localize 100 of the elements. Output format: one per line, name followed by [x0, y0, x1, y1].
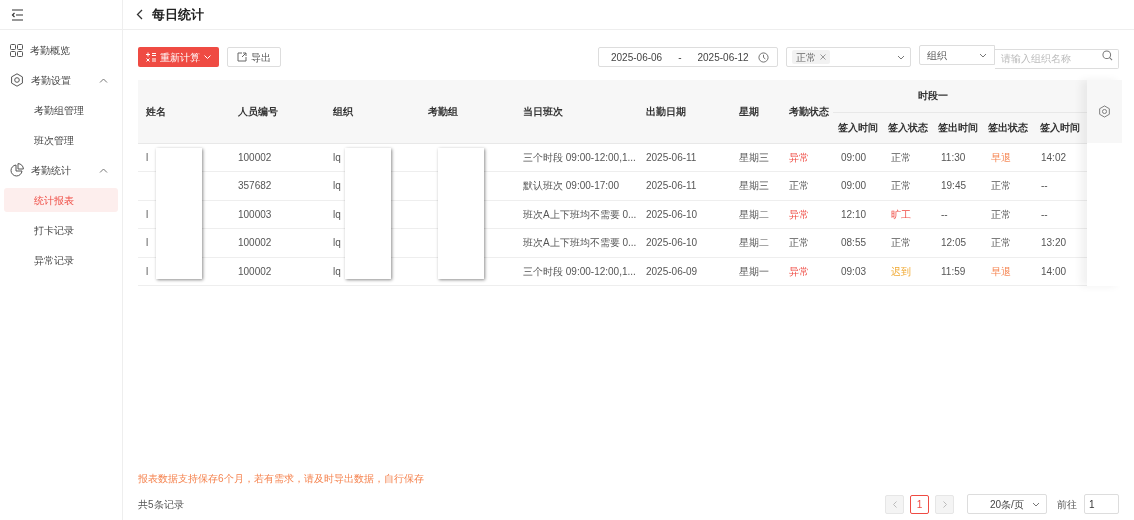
- table-cell: lq: [333, 237, 341, 249]
- page-size-select[interactable]: 20条/页: [967, 494, 1047, 514]
- table-cell: 三个时段 09:00-12:00,1...: [523, 151, 636, 163]
- goto-label: 前往: [1057, 497, 1077, 512]
- column-header: 考勤组: [420, 80, 515, 143]
- column-header: 组织: [325, 80, 420, 143]
- back-icon[interactable]: [136, 9, 143, 20]
- column-header: 签入状态: [883, 112, 933, 143]
- table-cell: 异常: [789, 208, 809, 220]
- export-button[interactable]: 导出: [227, 47, 281, 67]
- table-cell: 09:03: [841, 265, 867, 277]
- settings-icon[interactable]: [1098, 105, 1111, 118]
- table-cell: 星期三: [739, 180, 769, 192]
- chevron-down-icon: [1032, 501, 1040, 507]
- table-cell: 正常: [991, 237, 1011, 249]
- pie-chart-icon: [10, 163, 24, 177]
- table-cell: l: [146, 208, 149, 220]
- column-header: 姓名: [138, 80, 230, 143]
- table-cell: 100002: [238, 265, 272, 277]
- table-cell: 默认班次 09:00-17:00: [523, 180, 620, 192]
- column-header: 星期: [731, 80, 781, 143]
- page-button[interactable]: 1: [910, 494, 929, 514]
- table-cell: 星期三: [739, 151, 769, 163]
- status-select[interactable]: 正常: [786, 47, 911, 67]
- chevron-down-icon: [979, 52, 987, 58]
- table-cell: 正常: [991, 208, 1011, 220]
- close-icon[interactable]: [820, 54, 826, 60]
- table-cell: 班次A上下班均不需要 0...: [523, 237, 637, 249]
- table-cell: 旷工: [891, 208, 911, 220]
- chevron-down-icon: [897, 54, 905, 60]
- table-cell: l: [146, 237, 149, 249]
- total-count: 共5条记录: [138, 497, 184, 512]
- table-cell: 13:20: [1041, 237, 1067, 249]
- column-header: 签入时间: [833, 112, 883, 143]
- chevron-up-icon: [99, 167, 108, 173]
- column-group-header: 时段一: [833, 80, 1033, 112]
- table-cell: 星期二: [739, 237, 769, 249]
- table-cell: 正常: [991, 180, 1011, 192]
- sidebar-subitem[interactable]: 异常记录: [4, 248, 118, 272]
- sidebar-subitem[interactable]: 班次管理: [4, 128, 118, 152]
- table-cell: 异常: [789, 265, 809, 277]
- table-cell: 星期二: [739, 208, 769, 220]
- table-cell: 12:05: [941, 237, 967, 249]
- column-header: 人员编号: [230, 80, 325, 143]
- table-cell: 2025-06-10: [646, 237, 698, 249]
- sidebar-subitem[interactable]: 打卡记录: [4, 218, 118, 242]
- sidebar-item[interactable]: 考勤设置: [4, 65, 118, 95]
- table-cell: 异常: [789, 151, 809, 163]
- table-cell: 早退: [991, 265, 1011, 277]
- table-cell: 12:10: [841, 208, 867, 220]
- table-cell: 2025-06-09: [646, 265, 698, 277]
- table-cell: 11:30: [941, 151, 966, 163]
- table-cell: l: [146, 265, 149, 277]
- grid-icon: [10, 43, 23, 57]
- table-cell: l: [146, 151, 149, 163]
- table-cell: 14:02: [1041, 151, 1067, 163]
- chevron-right-icon: [942, 500, 947, 508]
- org-select[interactable]: 组织: [919, 45, 995, 65]
- table-cell: 19:45: [941, 180, 967, 192]
- sidebar-item[interactable]: 考勤统计: [4, 155, 118, 185]
- table-cell: lq: [333, 265, 341, 277]
- table-cell: 2025-06-11: [646, 180, 697, 192]
- table-cell: 正常: [789, 237, 809, 249]
- menu-icon[interactable]: [11, 8, 24, 21]
- column-header: 签出时间: [933, 112, 983, 143]
- table-cell: 正常: [789, 180, 809, 192]
- table-cell: lq: [333, 180, 341, 192]
- column-header: 当日班次: [515, 80, 638, 143]
- org-search-field[interactable]: 请输入组织名称: [995, 48, 1119, 69]
- table-cell: 正常: [891, 237, 911, 249]
- table-cell: 14:00: [1041, 265, 1067, 277]
- table-cell: 班次A上下班均不需要 0...: [523, 208, 637, 220]
- settings-icon: [10, 73, 24, 87]
- table-cell: 100002: [238, 237, 272, 249]
- table-cell: 正常: [891, 151, 911, 163]
- table-cell: 11:59: [941, 265, 966, 277]
- chevron-up-icon: [99, 77, 108, 83]
- clock-icon: [758, 51, 769, 63]
- goto-page-field[interactable]: 1: [1084, 494, 1119, 514]
- table-cell: 2025-06-11: [646, 151, 697, 163]
- table-cell: 100002: [238, 151, 272, 163]
- table-cell: --: [1041, 180, 1048, 192]
- column-header: 考勤状态: [781, 80, 833, 143]
- sidebar-subitem[interactable]: 考勤组管理: [4, 98, 118, 122]
- table-cell: 三个时段 09:00-12:00,1...: [523, 265, 636, 277]
- table-cell: 迟到: [891, 265, 911, 277]
- table-cell: 早退: [991, 151, 1011, 163]
- table-cell: 08:55: [841, 237, 867, 249]
- table-cell: 2025-06-10: [646, 208, 698, 220]
- table-cell: --: [941, 208, 948, 220]
- table-cell: --: [1041, 208, 1048, 220]
- table-cell: 357682: [238, 180, 272, 192]
- search-icon: [1102, 50, 1113, 61]
- recalculate-button[interactable]: 重新计算: [138, 47, 219, 67]
- date-range-field[interactable]: 2025-06-06 - 2025-06-12: [598, 47, 778, 67]
- table-cell: lq: [333, 208, 341, 220]
- sidebar-item[interactable]: 考勤概览: [4, 35, 118, 65]
- column-header: 出勤日期: [638, 80, 731, 143]
- chevron-left-icon: [892, 500, 897, 508]
- table-cell: lq: [333, 151, 341, 163]
